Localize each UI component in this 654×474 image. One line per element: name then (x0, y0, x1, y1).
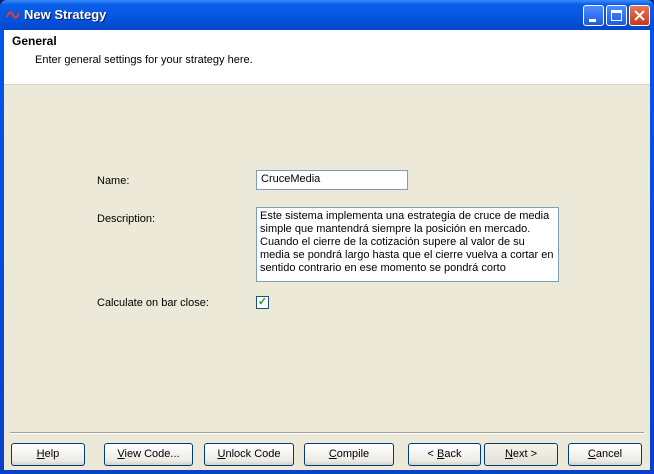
label: elp (44, 448, 60, 460)
cancel-button[interactable]: Cancel (568, 443, 642, 466)
label: ompile (336, 448, 370, 460)
minimize-icon (589, 19, 596, 22)
name-input[interactable]: CruceMedia (256, 170, 408, 190)
label: < (427, 448, 437, 460)
label: iew Code... (124, 448, 180, 460)
checkmark-icon: ✓ (257, 296, 268, 308)
accel: C (587, 448, 596, 460)
calculate-on-bar-close-label: Calculate on bar close: (97, 297, 209, 309)
separator (10, 432, 644, 434)
description-textarea[interactable]: Este sistema implementa una estrategia d… (256, 207, 559, 282)
name-label: Name: (97, 175, 130, 187)
view-code-button[interactable]: View Code... (104, 443, 193, 466)
close-button[interactable] (629, 5, 650, 26)
back-button[interactable]: < Back (408, 443, 481, 466)
page-header: General Enter general settings for your … (4, 30, 650, 85)
accel: N (504, 448, 513, 460)
page-title: General (12, 34, 57, 48)
minimize-button[interactable] (583, 5, 604, 26)
maximize-button[interactable] (606, 5, 627, 26)
dialog-client: General Enter general settings for your … (4, 30, 650, 470)
label: ext > (512, 448, 538, 460)
new-strategy-window: New Strategy General Enter general setti… (0, 0, 654, 474)
calculate-on-bar-close-checkbox[interactable]: ✓ (256, 296, 269, 309)
title-bar[interactable]: New Strategy (0, 0, 654, 30)
accel: V (117, 448, 125, 460)
help-button[interactable]: Help (11, 443, 85, 466)
description-label: Description: (97, 213, 156, 225)
accel: C (328, 448, 337, 460)
page-subtitle: Enter general settings for your strategy… (35, 54, 253, 66)
maximize-icon (611, 10, 622, 21)
accel: H (36, 448, 45, 460)
next-button[interactable]: Next > (484, 443, 558, 466)
label: ack (444, 448, 462, 460)
window-title: New Strategy (24, 7, 107, 22)
compile-button[interactable]: Compile (304, 443, 394, 466)
label: nlock Code (225, 448, 281, 460)
close-icon (634, 10, 645, 21)
label: ancel (595, 448, 623, 460)
unlock-code-button[interactable]: Unlock Code (204, 443, 294, 466)
strategy-wave-icon (6, 11, 20, 19)
